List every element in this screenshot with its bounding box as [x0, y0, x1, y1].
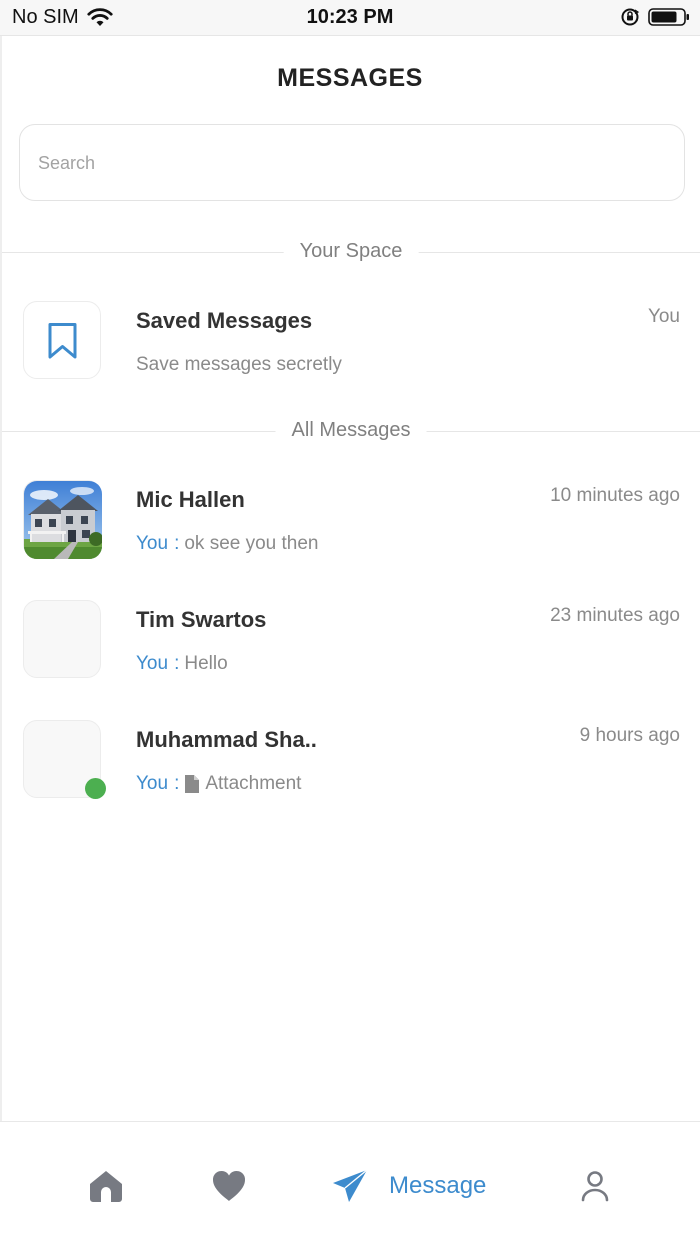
sender-separator: : [174, 653, 180, 674]
house-photo-avatar [24, 481, 102, 559]
contact-avatar [23, 720, 106, 799]
tab-profile[interactable] [579, 1166, 611, 1206]
message-time: 23 minutes ago [550, 605, 680, 626]
status-bar: No SIM 10:23 PM [0, 0, 700, 36]
home-icon [90, 1171, 122, 1202]
status-time: 10:23 PM [306, 6, 394, 28]
contact-avatar [23, 600, 101, 678]
heart-icon [212, 1170, 246, 1201]
saved-messages-meta: You [647, 306, 680, 327]
conversation-row[interactable]: Muhammad Sha.. 9 hours ago You : Attachm… [0, 720, 700, 820]
page-title: MESSAGES [277, 64, 423, 92]
contact-name: Mic Hallen [136, 487, 245, 512]
contact-avatar [23, 480, 102, 559]
user-icon [581, 1171, 609, 1202]
send-icon [333, 1169, 368, 1202]
preview-text: Attachment [205, 773, 302, 794]
preview-text: ok see you then [184, 533, 319, 554]
contact-name: Muhammad Sha.. [136, 727, 317, 752]
orientation-lock-icon [621, 8, 640, 26]
status-right [620, 7, 690, 27]
search-input[interactable] [38, 149, 658, 177]
section-label-all-messages: All Messages [275, 419, 427, 442]
sender-label: You [136, 533, 169, 554]
sender-label: You [136, 773, 169, 794]
saved-messages-subtitle: Save messages secretly [136, 354, 342, 376]
message-preview: You : ok see you then [136, 533, 319, 555]
saved-messages-name: Saved Messages [136, 308, 313, 333]
sender-separator: : [174, 773, 180, 794]
sender-label: You [136, 653, 169, 674]
battery-icon [648, 8, 689, 26]
preview-text: Hello [184, 653, 228, 674]
tab-message-label: Message [389, 1172, 487, 1199]
section-divider-your-space: Your Space [2, 237, 700, 267]
section-divider-all-messages: All Messages [2, 416, 700, 446]
sender-separator: : [174, 533, 180, 554]
saved-messages-avatar [23, 301, 101, 379]
message-preview: You : Hello [136, 653, 228, 675]
saved-messages-subtitle-text: Save messages secretly [136, 354, 342, 375]
saved-messages-row[interactable]: Saved Messages You Save messages secretl… [0, 301, 700, 401]
section-label-your-space: Your Space [283, 240, 419, 263]
message-time: 9 hours ago [579, 725, 680, 746]
contact-name: Tim Swartos [136, 607, 267, 632]
tab-favorites[interactable] [211, 1166, 247, 1206]
online-status-dot [85, 778, 106, 799]
tab-message[interactable]: Message [331, 1166, 486, 1206]
tab-home[interactable] [88, 1166, 124, 1206]
bottom-tab-bar: Message [0, 1121, 700, 1244]
conversation-row[interactable]: Mic Hallen 10 minutes ago You : ok see y… [0, 480, 700, 580]
file-icon [185, 775, 200, 793]
message-preview: You : Attachment [136, 773, 301, 795]
conversation-row[interactable]: Tim Swartos 23 minutes ago You : Hello [0, 600, 700, 700]
search-box[interactable] [19, 124, 685, 201]
message-time: 10 minutes ago [550, 485, 680, 506]
bookmark-icon [48, 323, 77, 359]
